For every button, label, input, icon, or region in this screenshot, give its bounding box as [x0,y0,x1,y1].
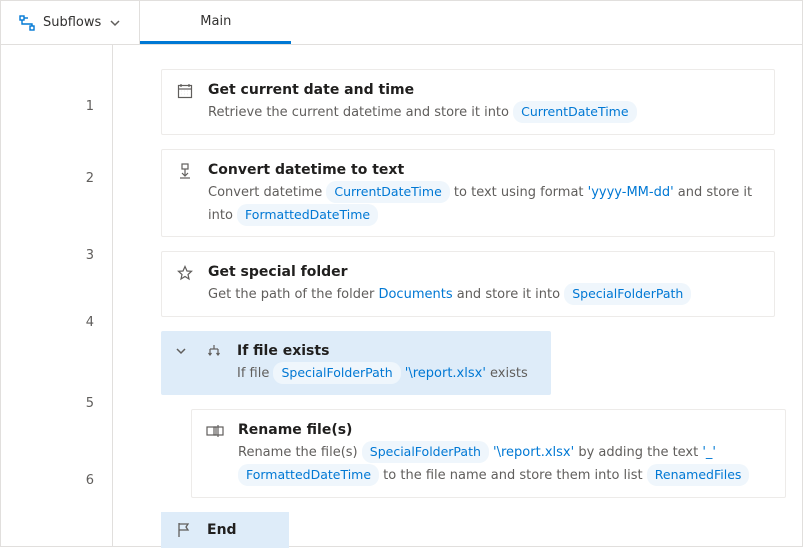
action-title: Get special folder [208,262,760,283]
action-title: If file exists [237,341,537,362]
action-if-file-exists[interactable]: If file exists If file SpecialFolderPath… [161,331,551,395]
workflow-icon [19,15,35,31]
line-number: 4 [1,291,112,353]
variable-pill[interactable]: CurrentDateTime [326,181,449,203]
line-number: 5 [1,353,112,453]
line-number-gutter: 1 2 3 4 5 6 [1,45,113,546]
line-number: 3 [1,219,112,291]
variable-pill[interactable]: FormattedDateTime [237,204,378,226]
rename-icon [206,420,224,439]
action-get-special-folder[interactable]: Get special folder Get the path of the f… [161,251,775,317]
action-description: If file SpecialFolderPath '\report.xlsx'… [237,362,537,385]
variable-pill[interactable]: RenamedFiles [647,464,750,486]
line-number: 1 [1,75,112,137]
action-rename-files[interactable]: Rename file(s) Rename the file(s) Specia… [191,409,786,498]
action-description: Get the path of the folder Documents and… [208,283,760,306]
action-title: Convert datetime to text [208,160,760,181]
tab-main[interactable]: Main [140,1,291,44]
collapse-toggle[interactable] [175,341,191,357]
action-description: Retrieve the current datetime and store … [208,101,760,124]
subflows-label: Subflows [43,15,101,30]
line-number: 6 [1,453,112,507]
flag-icon [175,522,193,538]
tab-main-label: Main [200,14,231,29]
variable-pill[interactable]: FormattedDateTime [238,464,379,486]
subflows-dropdown[interactable]: Subflows [1,1,140,44]
action-get-datetime[interactable]: Get current date and time Retrieve the c… [161,69,775,135]
branch-icon [205,341,223,360]
variable-pill[interactable]: CurrentDateTime [513,101,636,123]
star-icon [176,262,194,281]
action-end[interactable]: End [161,512,289,548]
flow-canvas: Get current date and time Retrieve the c… [113,45,802,546]
action-description: Convert datetime CurrentDateTime to text… [208,181,760,227]
variable-pill[interactable]: SpecialFolderPath [564,283,691,305]
action-title: Get current date and time [208,80,760,101]
chevron-down-icon [109,17,121,29]
action-convert-datetime[interactable]: Convert datetime to text Convert datetim… [161,149,775,238]
action-title: End [207,522,237,538]
convert-icon [176,160,194,179]
line-number: 2 [1,137,112,219]
variable-pill[interactable]: SpecialFolderPath [273,362,400,384]
action-title: Rename file(s) [238,420,771,441]
variable-pill[interactable]: SpecialFolderPath [362,441,489,463]
calendar-icon [176,80,194,99]
action-description: Rename the file(s) SpecialFolderPath '\r… [238,441,771,487]
